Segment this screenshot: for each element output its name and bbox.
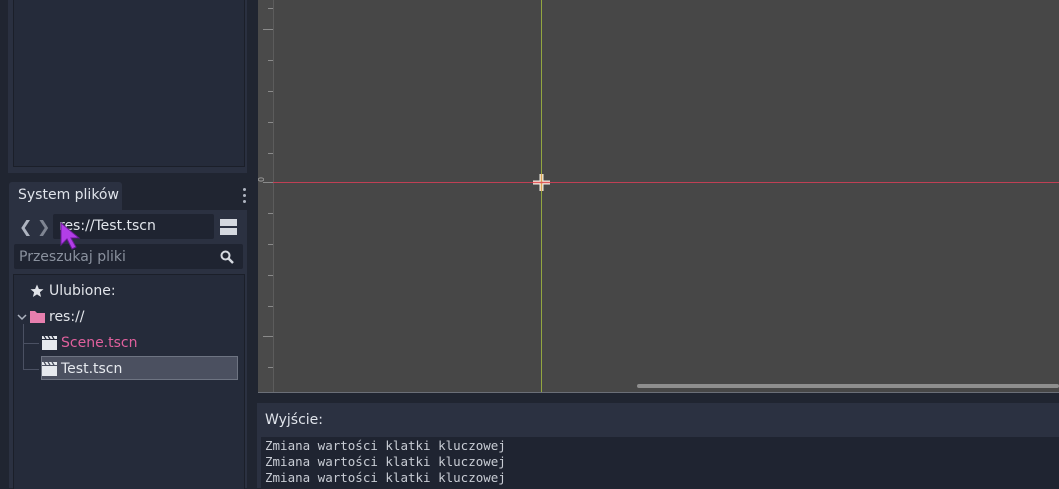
scene-file-icon xyxy=(42,362,57,376)
ruler-tick xyxy=(268,213,273,214)
ruler-tick xyxy=(268,122,273,123)
back-button[interactable]: ❮ xyxy=(19,217,32,236)
ruler-tick xyxy=(268,306,273,307)
search-icon xyxy=(220,250,234,264)
tree-guide-line xyxy=(23,343,39,344)
ruler-tick xyxy=(268,244,273,245)
root-label: res:// xyxy=(49,309,85,325)
log-line: Zmiana wartości klatki kluczowej xyxy=(265,470,506,485)
star-icon xyxy=(30,284,44,297)
log-line: Zmiana wartości klatki kluczowej xyxy=(265,454,506,469)
ruler-tick xyxy=(268,153,273,154)
tree-guide-line xyxy=(23,369,39,370)
2d-viewport[interactable] xyxy=(258,0,1059,393)
scene-file-icon xyxy=(42,336,57,350)
tab-filesystem-label: System plików xyxy=(18,187,119,203)
tree-item-favorites[interactable]: Ulubione: xyxy=(30,279,230,303)
split-view-icon[interactable] xyxy=(220,218,237,235)
vertical-ruler xyxy=(258,0,274,392)
tree-item-test-tscn[interactable]: Test.tscn xyxy=(41,357,238,381)
ruler-tick xyxy=(268,275,273,276)
log-line: Zmiana wartości klatki kluczowej xyxy=(265,438,506,453)
output-title: Wyjście: xyxy=(265,412,323,428)
x-axis-line xyxy=(273,182,1059,183)
mouse-cursor-icon xyxy=(60,222,81,250)
ruler-zero-label: 0 xyxy=(257,176,267,183)
tab-filesystem[interactable]: System plików xyxy=(9,182,122,210)
ruler-tick xyxy=(268,60,273,61)
ruler-tick xyxy=(263,336,273,337)
ruler-tick xyxy=(263,29,273,30)
tree-guide-line xyxy=(23,324,24,369)
y-axis-line xyxy=(541,0,542,392)
file-label: Scene.tscn xyxy=(61,335,138,351)
search-files-field[interactable] xyxy=(14,244,243,269)
favorites-label: Ulubione: xyxy=(49,283,116,299)
folder-icon xyxy=(30,311,45,323)
ruler-tick xyxy=(268,8,273,9)
menu-dots-icon[interactable] xyxy=(239,186,249,204)
tree-item-scene-tscn[interactable]: Scene.tscn xyxy=(41,331,238,355)
ruler-tick xyxy=(268,367,273,368)
output-log[interactable]: Zmiana wartości klatki kluczowej Zmiana … xyxy=(261,437,1059,488)
forward-button[interactable]: ❯ xyxy=(37,217,50,236)
tree-item-res-root[interactable]: res:// xyxy=(17,305,217,329)
origin-cross-icon[interactable] xyxy=(533,174,550,191)
horizontal-scrollbar[interactable] xyxy=(637,384,1059,388)
search-input[interactable] xyxy=(14,244,219,269)
chevron-down-icon[interactable] xyxy=(17,314,27,321)
ruler-tick xyxy=(263,182,273,183)
scene-tree-area xyxy=(13,0,245,167)
file-label: Test.tscn xyxy=(61,361,123,377)
ruler-tick xyxy=(268,91,273,92)
